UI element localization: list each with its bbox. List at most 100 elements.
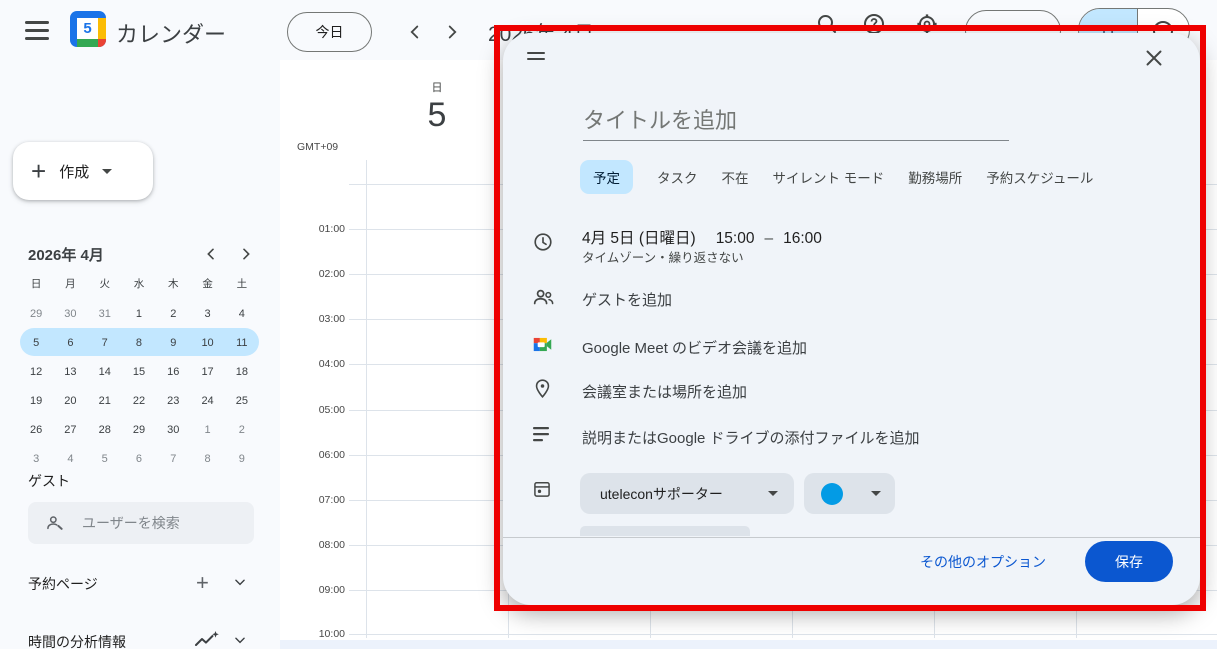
mini-calendar-day[interactable]: 30 [156, 415, 190, 444]
time-label: 07:00 [280, 494, 345, 506]
mini-calendar-next-button[interactable] [238, 246, 254, 262]
mini-calendar-day[interactable]: 7 [88, 328, 122, 357]
mini-calendar-day[interactable]: 28 [88, 415, 122, 444]
calendar-logo: 5 [70, 11, 106, 47]
mini-calendar-day[interactable]: 3 [190, 299, 224, 328]
logo-day-number: 5 [77, 18, 98, 39]
mini-calendar-day[interactable]: 27 [53, 415, 87, 444]
mini-calendar-day[interactable]: 2 [225, 415, 259, 444]
mini-calendar-day[interactable]: 5 [19, 328, 53, 357]
add-booking-page-icon[interactable]: + [196, 570, 209, 596]
mini-calendar-day[interactable]: 2 [156, 299, 190, 328]
end-time[interactable]: 16:00 [783, 230, 822, 247]
add-meet-row[interactable]: Google Meet のビデオ会議を追加 [582, 337, 807, 358]
mini-calendar-day[interactable]: 12 [19, 357, 53, 386]
tab-working-location[interactable]: 勤務場所 [908, 160, 962, 194]
chevron-down-icon[interactable] [233, 575, 247, 589]
close-icon[interactable] [1141, 45, 1167, 71]
description-icon [532, 425, 554, 447]
drag-handle-icon[interactable] [527, 52, 545, 61]
mini-calendar-day[interactable]: 9 [156, 328, 190, 357]
clock-icon [532, 231, 554, 253]
mini-calendar-day[interactable]: 11 [225, 328, 259, 357]
time-label: 05:00 [280, 404, 345, 416]
mini-calendar-day[interactable]: 8 [190, 444, 224, 473]
mini-calendar-prev-button[interactable] [203, 246, 219, 262]
footer-divider [503, 537, 1200, 538]
mini-calendar-weekday-row: 日 月 火 水 木 金 土 [19, 276, 259, 291]
chevron-down-icon[interactable] [233, 633, 247, 647]
mini-calendar-title: 2026年 4月 [28, 244, 104, 265]
time-label: 08:00 [280, 539, 345, 551]
mini-calendar-day[interactable]: 24 [190, 386, 224, 415]
add-guests-row[interactable]: ゲストを追加 [582, 289, 672, 310]
sidebar-item-booking-pages[interactable]: 予約ページ + [28, 572, 254, 594]
mini-calendar-day[interactable]: 13 [53, 357, 87, 386]
mini-calendar-day[interactable]: 23 [156, 386, 190, 415]
mini-calendar-day[interactable]: 8 [122, 328, 156, 357]
color-select-dropdown[interactable] [804, 473, 895, 514]
mini-calendar-day[interactable]: 29 [19, 299, 53, 328]
mini-calendar-day[interactable]: 15 [122, 357, 156, 386]
mini-calendar-day[interactable]: 4 [225, 299, 259, 328]
user-search-placeholder: ユーザーを検索 [82, 513, 180, 533]
mini-calendar-day[interactable]: 25 [225, 386, 259, 415]
sidebar-item-time-insights[interactable]: 時間の分析情報 [28, 630, 254, 649]
time-label: 04:00 [280, 358, 345, 370]
mini-calendar-day[interactable]: 18 [225, 357, 259, 386]
tab-task[interactable]: タスク [657, 160, 698, 194]
mini-calendar-day[interactable]: 6 [53, 328, 87, 357]
calendar-color-dot [821, 483, 843, 505]
mini-calendar-day[interactable]: 31 [88, 299, 122, 328]
mini-calendar-day[interactable]: 4 [53, 444, 87, 473]
mini-calendar-day[interactable]: 20 [53, 386, 87, 415]
mini-calendar-day[interactable]: 5 [88, 444, 122, 473]
mini-calendar-day[interactable]: 17 [190, 357, 224, 386]
tab-out-of-office[interactable]: 不在 [722, 160, 749, 194]
calendar-select-dropdown[interactable]: uteleconサポーター [580, 473, 794, 514]
save-button[interactable]: 保存 [1085, 541, 1173, 582]
event-title-input[interactable]: タイトルを追加 [583, 103, 1003, 135]
event-datetime[interactable]: 4月 5日 (日曜日)15:00–16:00 [582, 226, 822, 248]
user-search-input[interactable]: ユーザーを検索 [28, 502, 254, 544]
plus-icon: + [31, 158, 46, 184]
create-button[interactable]: + 作成 [13, 142, 153, 200]
mini-calendar-day[interactable]: 1 [190, 415, 224, 444]
mini-calendar-day[interactable]: 7 [156, 444, 190, 473]
today-button[interactable]: 今日 [287, 12, 372, 52]
time-label: 03:00 [280, 313, 345, 325]
add-location-row[interactable]: 会議室または場所を追加 [582, 381, 747, 402]
more-options-link[interactable]: その他のオプション [920, 552, 1046, 572]
mini-calendar-day[interactable]: 21 [88, 386, 122, 415]
main-menu-button[interactable] [25, 20, 49, 40]
event-type-tabs: 予定 タスク 不在 サイレント モード 勤務場所 予約スケジュール [580, 160, 1093, 194]
start-time[interactable]: 15:00 [716, 230, 755, 247]
mini-calendar-day[interactable]: 29 [122, 415, 156, 444]
mini-calendar-day[interactable]: 26 [19, 415, 53, 444]
mini-calendar-day[interactable]: 16 [156, 357, 190, 386]
mini-calendar-day[interactable]: 1 [122, 299, 156, 328]
grid-hour-line [349, 634, 1217, 635]
add-description-row[interactable]: 説明またはGoogle ドライブの添付ファイルを追加 [582, 427, 920, 448]
mini-calendar-day[interactable]: 22 [122, 386, 156, 415]
timezone-recurrence[interactable]: タイムゾーン・繰り返さない [582, 247, 744, 266]
chevron-down-icon [102, 169, 112, 174]
tab-focus-time[interactable]: サイレント モード [773, 160, 885, 194]
mini-calendar-day[interactable]: 19 [19, 386, 53, 415]
tab-event[interactable]: 予定 [580, 160, 633, 194]
mini-calendar-day[interactable]: 14 [88, 357, 122, 386]
mini-calendar-day[interactable]: 9 [225, 444, 259, 473]
clipped-chip [580, 526, 750, 536]
time-label: 01:00 [280, 223, 345, 235]
tab-appointment-schedule[interactable]: 予約スケジュール [986, 160, 1093, 194]
grid-column-line [366, 160, 367, 638]
insights-chart-icon [194, 630, 220, 649]
mini-calendar-day[interactable]: 6 [122, 444, 156, 473]
day-column-date[interactable]: 5 [407, 96, 467, 135]
next-period-button[interactable] [441, 21, 463, 43]
mini-calendar-day[interactable]: 10 [190, 328, 224, 357]
prev-period-button[interactable] [404, 21, 426, 43]
mini-calendar-day[interactable]: 30 [53, 299, 87, 328]
mini-calendar-day[interactable]: 3 [19, 444, 53, 473]
google-meet-icon [532, 334, 554, 356]
